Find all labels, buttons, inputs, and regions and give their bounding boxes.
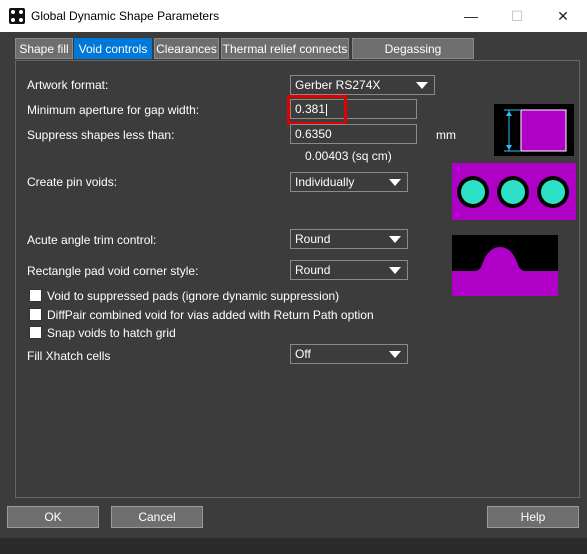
pin-voids-select[interactable]: Individually [290, 172, 408, 192]
tab-bar: Shape fill Void controls Clearances Ther… [0, 38, 587, 77]
snap-voids-label: Snap voids to hatch grid [47, 326, 176, 340]
tab-void-controls[interactable]: Void controls [74, 38, 152, 59]
pin-voids-preview-icon [452, 163, 576, 220]
cancel-button[interactable]: Cancel [111, 506, 203, 528]
chevron-down-icon [389, 179, 401, 186]
help-button[interactable]: Help [487, 506, 579, 528]
diffpair-void-label: DiffPair combined void for vias added wi… [47, 308, 374, 322]
void-suppressed-pads-label: Void to suppressed pads (ignore dynamic … [47, 289, 340, 303]
chevron-down-icon [389, 351, 401, 358]
artwork-format-select[interactable]: Gerber RS274X [290, 75, 435, 95]
pin-voids-label: Create pin voids: [27, 175, 118, 189]
snap-voids-checkbox[interactable] [29, 326, 42, 339]
acute-angle-label: Acute angle trim control: [27, 233, 157, 247]
pin-voids-value: Individually [295, 175, 355, 189]
unit-label: mm [436, 128, 456, 142]
fill-xhatch-label: Fill Xhatch cells [27, 349, 111, 363]
suppress-shapes-label: Suppress shapes less than: [27, 128, 175, 142]
close-button[interactable]: ✕ [540, 0, 586, 32]
diffpair-void-checkbox[interactable] [29, 308, 42, 321]
void-corner-preview-icon [452, 235, 558, 296]
artwork-format-value: Gerber RS274X [295, 78, 381, 92]
artwork-format-label: Artwork format: [27, 78, 109, 92]
fill-xhatch-select[interactable]: Off [290, 344, 408, 364]
min-aperture-label: Minimum aperture for gap width: [27, 103, 200, 117]
app-icon [9, 8, 25, 24]
rect-pad-void-select[interactable]: Round [290, 260, 408, 280]
minimize-button[interactable]: — [448, 0, 494, 32]
ok-button[interactable]: OK [7, 506, 99, 528]
acute-angle-select[interactable]: Round [290, 229, 408, 249]
restore-button[interactable]: ☐ [494, 0, 540, 32]
fill-xhatch-value: Off [295, 347, 311, 361]
tab-thermal-relief[interactable]: Thermal relief connects [221, 38, 349, 59]
suppress-shapes-input[interactable]: 0.6350 [290, 124, 417, 144]
area-readout: 0.00403 (sq cm) [305, 149, 392, 163]
aperture-preview-icon [494, 104, 574, 156]
chevron-down-icon [389, 267, 401, 274]
tab-degassing[interactable]: Degassing Parameters [352, 38, 474, 77]
rect-pad-void-value: Round [295, 263, 331, 277]
tab-clearances[interactable]: Clearances [154, 38, 219, 59]
title-bar: Global Dynamic Shape Parameters — ☐ ✕ [0, 0, 587, 32]
void-suppressed-pads-checkbox[interactable] [29, 289, 42, 302]
chevron-down-icon [416, 82, 428, 89]
rect-pad-void-label: Rectangle pad void corner style: [27, 264, 199, 278]
acute-angle-value: Round [295, 232, 331, 246]
highlight-box [287, 95, 347, 125]
chevron-down-icon [389, 236, 401, 243]
tab-shape-fill[interactable]: Shape fill [15, 38, 73, 59]
window-title: Global Dynamic Shape Parameters [31, 9, 220, 23]
taskbar-strip [0, 538, 587, 554]
